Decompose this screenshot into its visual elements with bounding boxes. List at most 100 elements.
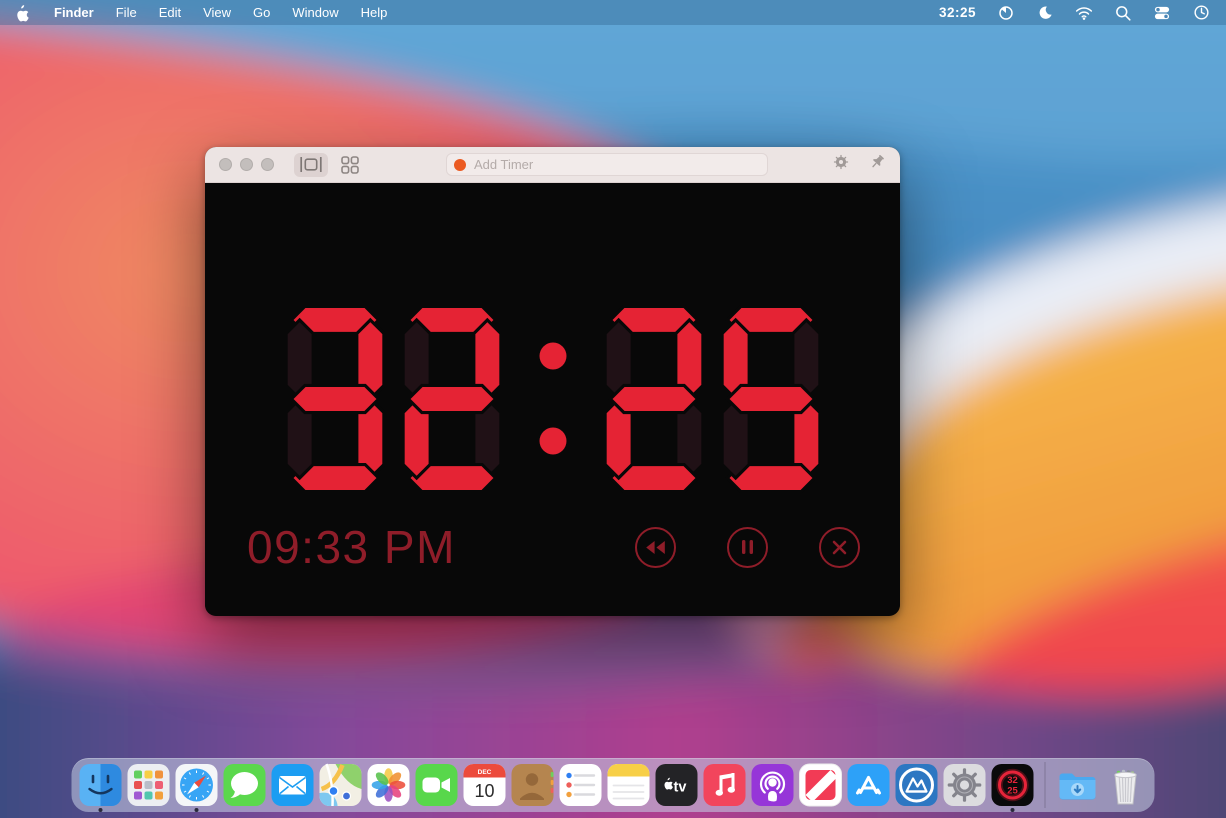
seven-segment-digit-2 — [400, 303, 504, 495]
seven-segment-time — [205, 303, 900, 495]
dock-item-appstore[interactable] — [847, 763, 891, 807]
settings-button[interactable] — [832, 153, 850, 176]
clock-icon[interactable] — [1190, 2, 1212, 24]
launchpad-icon — [127, 764, 170, 806]
colon-separator — [517, 303, 589, 495]
menubar-menu-view[interactable]: View — [192, 5, 242, 20]
gear-icon — [833, 154, 849, 170]
apple-menu[interactable] — [14, 4, 29, 22]
mountain-app-icon — [895, 764, 938, 806]
menubar-menu-file[interactable]: File — [105, 5, 148, 20]
add-timer-field[interactable]: Add Timer — [446, 153, 768, 176]
menubar-status-icons — [995, 2, 1212, 24]
timer-controls — [635, 526, 860, 568]
dock-item-mail[interactable] — [271, 763, 315, 807]
svg-text:25: 25 — [1007, 786, 1018, 797]
seven-segment-digit-3 — [283, 303, 387, 495]
dock-item-mountain-app[interactable] — [895, 763, 939, 807]
menubar-app-name[interactable]: Finder — [43, 0, 105, 25]
contacts-icon — [511, 764, 554, 806]
dock-item-trash[interactable] — [1104, 763, 1148, 807]
running-indicator-dot — [194, 808, 199, 812]
search-icon[interactable] — [1112, 2, 1134, 24]
dock-item-podcasts[interactable] — [751, 763, 795, 807]
menubar-timer-text: 32:25 — [938, 5, 976, 20]
dock-item-appletv[interactable]: tv — [655, 763, 699, 807]
svg-text:10: 10 — [474, 781, 494, 801]
safari-icon — [175, 764, 218, 806]
appletv-icon: tv — [655, 764, 698, 806]
menubar-menu-edit[interactable]: Edit — [148, 5, 192, 20]
pin-button[interactable] — [869, 154, 886, 176]
running-indicator-dot — [98, 808, 103, 812]
timer-window: Add Timer 09:33 PM — [205, 147, 900, 616]
facetime-icon — [415, 764, 458, 806]
menubar-menu-window[interactable]: Window — [281, 5, 349, 20]
dock-item-maps[interactable] — [319, 763, 363, 807]
mail-icon — [271, 764, 314, 806]
menubar: Finder File Edit View Go Window Help 32:25 — [0, 0, 1226, 25]
dock-item-safari[interactable] — [175, 763, 219, 812]
pin-icon — [872, 154, 884, 167]
wifi-icon[interactable] — [1073, 2, 1095, 24]
view-mode-switcher — [294, 152, 362, 177]
dock-item-photos[interactable] — [367, 763, 411, 807]
single-view-button[interactable] — [294, 152, 328, 177]
zoom-window-button[interactable] — [261, 158, 274, 171]
add-timer-placeholder: Add Timer — [474, 157, 534, 172]
apple-logo-icon — [17, 4, 29, 21]
news-icon — [799, 763, 842, 807]
trash-icon — [1114, 769, 1137, 805]
timer-display: 09:33 PM — [205, 183, 900, 615]
reminders-icon — [559, 764, 602, 806]
dock-item-contacts[interactable] — [511, 763, 555, 807]
pause-button[interactable] — [727, 526, 768, 568]
menubar-status-area: 32:25 — [939, 2, 1212, 24]
rewind-button[interactable] — [635, 526, 676, 568]
music-icon — [703, 764, 746, 806]
calendar-icon: DEC 10 — [463, 764, 506, 806]
pause-icon — [742, 540, 753, 554]
dock-item-music[interactable] — [703, 763, 747, 807]
control-center-icon[interactable] — [1151, 2, 1173, 24]
messages-icon — [223, 764, 266, 806]
dock-item-messages[interactable] — [223, 763, 267, 807]
appstore-icon — [847, 764, 890, 806]
cancel-timer-button[interactable] — [819, 526, 860, 568]
svg-text:32: 32 — [1007, 775, 1018, 786]
dock-item-reminders[interactable] — [559, 763, 603, 807]
seven-segment-digit-2 — [602, 303, 706, 495]
podcasts-icon — [751, 764, 794, 806]
timer-icon[interactable] — [995, 2, 1017, 24]
dock-item-downloads[interactable] — [1056, 763, 1100, 807]
menubar-menu-help[interactable]: Help — [350, 5, 399, 20]
dock-item-finder[interactable] — [79, 763, 123, 812]
desktop: Finder File Edit View Go Window Help 32:25 — [0, 0, 1226, 818]
close-x-icon — [832, 540, 847, 554]
rewind-icon — [646, 540, 665, 554]
menubar-menus: File Edit View Go Window Help — [105, 0, 399, 25]
svg-text:tv: tv — [674, 780, 687, 796]
dock-item-launchpad[interactable] — [127, 763, 171, 807]
maps-icon — [319, 763, 362, 807]
close-window-button[interactable] — [219, 158, 232, 171]
dock-divider — [1044, 762, 1046, 808]
timer-window-titlebar[interactable]: Add Timer — [205, 147, 900, 183]
titlebar-actions — [832, 153, 886, 176]
dock-item-timer-app[interactable]: 32 25 — [991, 763, 1035, 812]
dock-item-news[interactable] — [799, 763, 843, 807]
dock-item-calendar[interactable]: DEC 10 — [463, 763, 507, 807]
menubar-menu-go[interactable]: Go — [242, 5, 281, 20]
seven-segment-digit-5 — [719, 303, 823, 495]
moon-icon[interactable] — [1034, 2, 1056, 24]
current-clock-time: 09:33 PM — [247, 521, 456, 573]
notes-icon — [607, 764, 650, 806]
timer-app-icon: 3225 — [991, 764, 1034, 806]
dock-item-notes[interactable] — [607, 763, 651, 807]
grid-view-icon — [341, 155, 359, 174]
running-indicator-dot — [1010, 808, 1015, 812]
dock-item-facetime[interactable] — [415, 763, 459, 807]
dock-item-system-preferences[interactable] — [943, 763, 987, 807]
grid-view-button[interactable] — [338, 153, 362, 177]
minimize-window-button[interactable] — [240, 158, 253, 171]
